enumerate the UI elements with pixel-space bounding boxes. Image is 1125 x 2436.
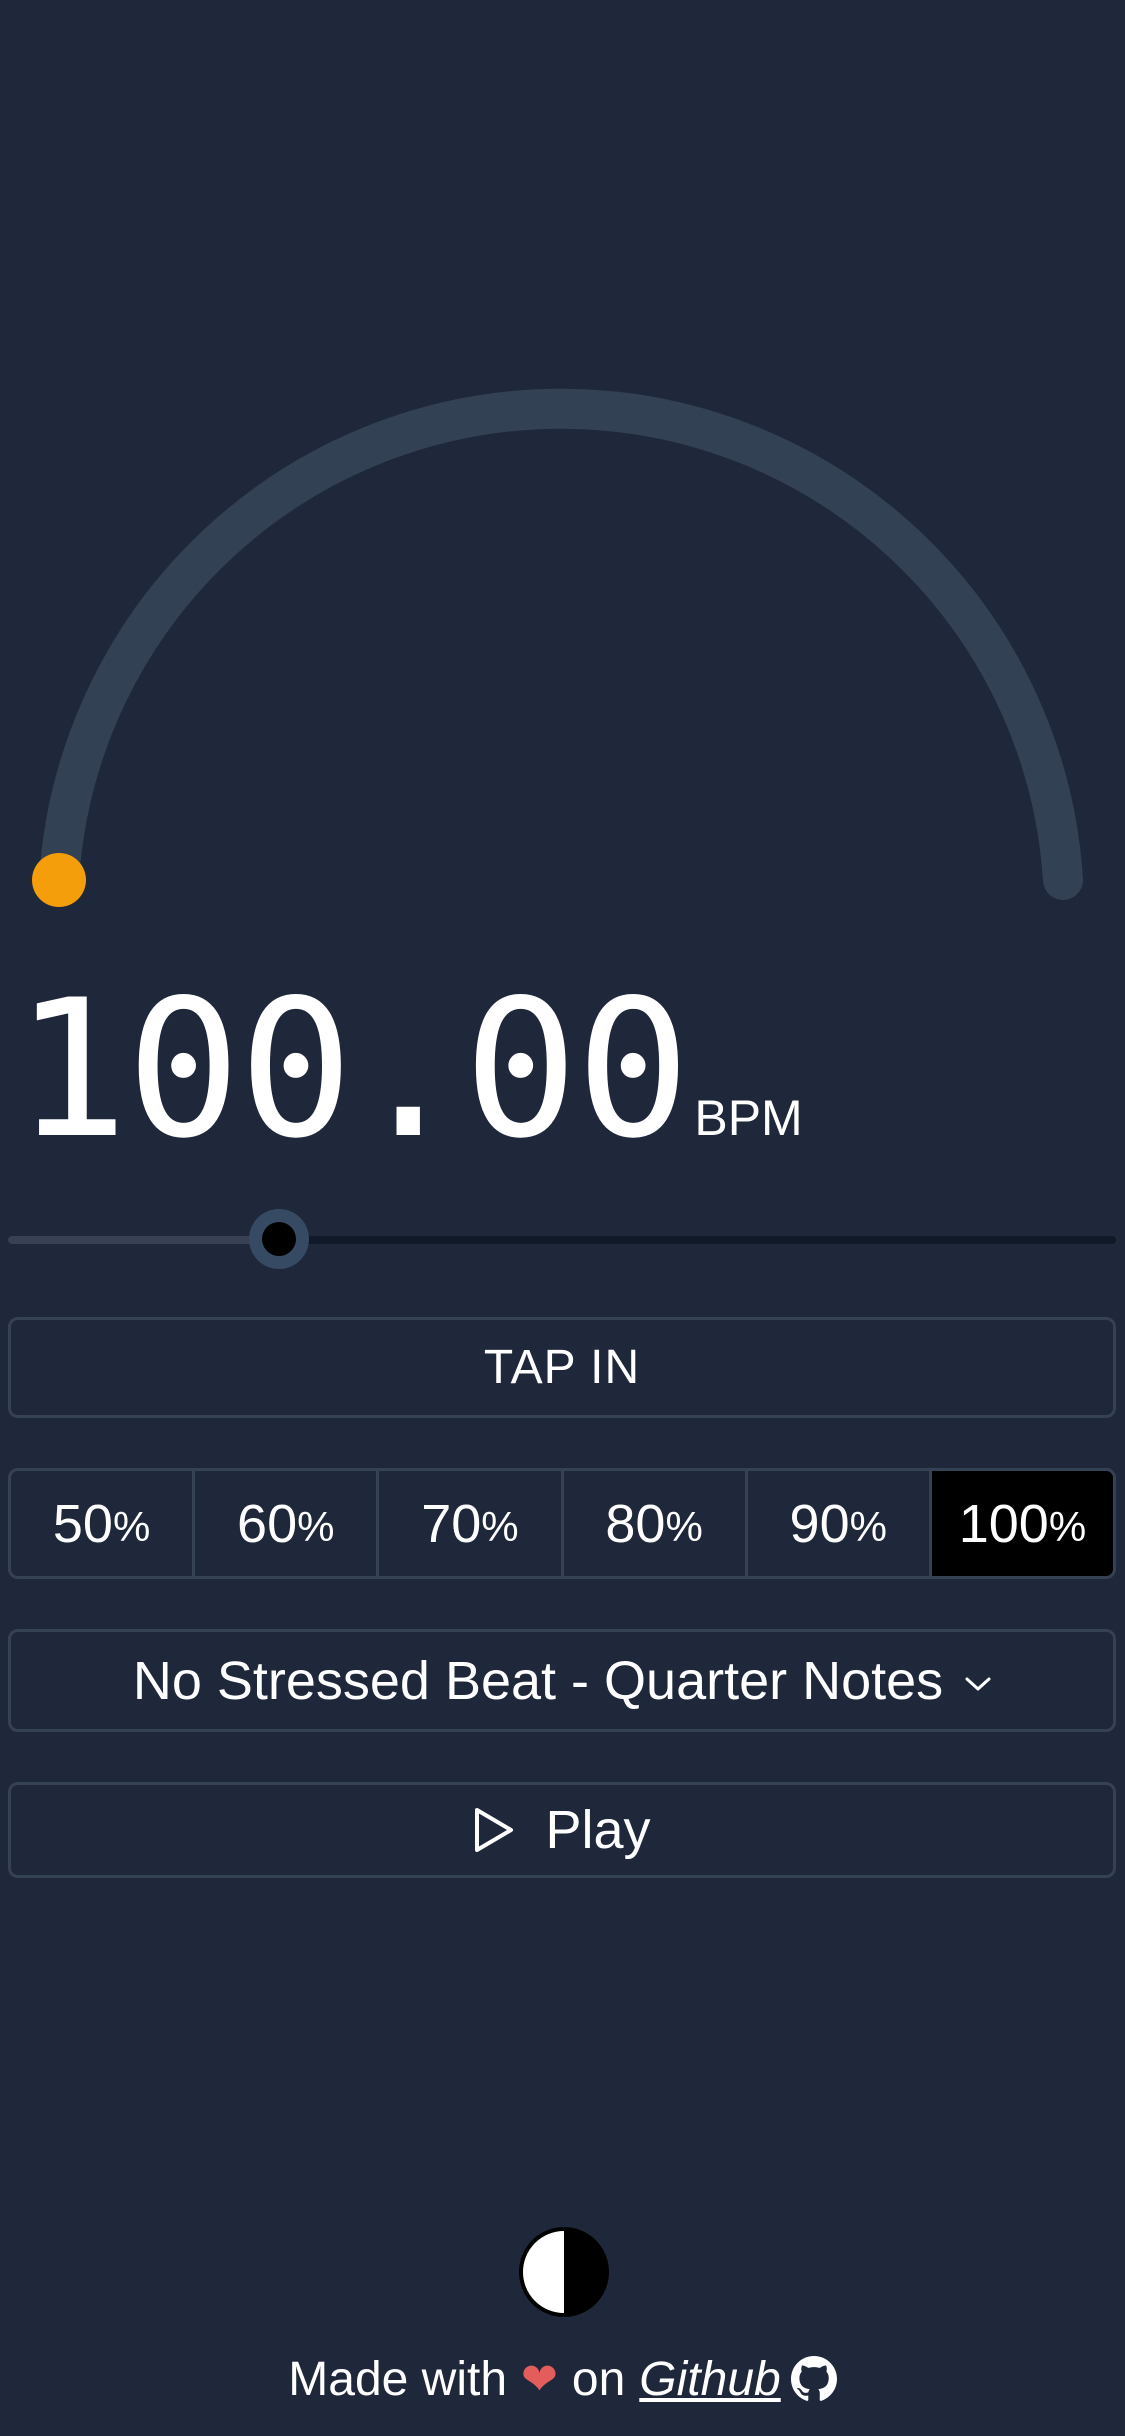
percent-sign: %	[849, 1502, 887, 1550]
percent-sign: %	[297, 1502, 335, 1550]
bpm-value: 100.00	[14, 959, 690, 1180]
tap-in-button[interactable]: TAP IN	[8, 1317, 1116, 1418]
bpm-unit: BPM	[694, 1090, 803, 1146]
percent-sign: %	[481, 1502, 519, 1550]
dial-handle[interactable]	[32, 853, 86, 907]
percent-option-100[interactable]: 100%	[931, 1471, 1113, 1576]
percent-option-70[interactable]: 70%	[379, 1471, 564, 1576]
footer: Made with ❤ on Github	[0, 2346, 1125, 2412]
percent-option-90[interactable]: 90%	[748, 1471, 932, 1576]
percent-value: 90	[789, 1493, 850, 1554]
tap-in-label: TAP IN	[483, 1341, 641, 1394]
play-icon	[475, 1808, 514, 1852]
tempo-slider[interactable]	[8, 1206, 1116, 1272]
beat-pattern-select[interactable]: No Stressed Beat - Quarter Notes	[8, 1629, 1116, 1732]
tempo-percent-group: 50% 60% 70% 80% 90% 100%	[8, 1468, 1116, 1579]
github-link[interactable]: Github	[639, 2352, 780, 2407]
footer-made-with: Made with	[288, 2352, 508, 2406]
percent-value: 100	[958, 1493, 1049, 1554]
percent-value: 70	[421, 1493, 482, 1554]
slider-fill	[8, 1236, 280, 1244]
heart-icon: ❤	[521, 2354, 558, 2404]
bpm-readout: 100.00 BPM	[14, 965, 803, 1165]
slider-thumb[interactable]	[249, 1209, 310, 1269]
metronome-app: 100.00 BPM TAP IN 50% 60% 70% 80% 90% 10…	[0, 0, 1125, 2436]
play-label: Play	[545, 1800, 651, 1860]
play-button[interactable]: Play	[8, 1782, 1116, 1878]
beat-pattern-label: No Stressed Beat - Quarter Notes	[132, 1650, 944, 1711]
percent-sign: %	[1048, 1502, 1087, 1550]
percent-option-80[interactable]: 80%	[564, 1471, 748, 1576]
percent-option-50[interactable]: 50%	[11, 1471, 196, 1576]
percent-option-60[interactable]: 60%	[195, 1471, 380, 1576]
percent-value: 50	[52, 1493, 113, 1554]
github-icon[interactable]	[790, 2356, 837, 2402]
tempo-dial[interactable]	[0, 330, 1125, 930]
percent-value: 80	[605, 1493, 666, 1554]
percent-sign: %	[665, 1502, 703, 1550]
percent-value: 60	[237, 1493, 298, 1554]
footer-on: on	[571, 2352, 626, 2406]
theme-toggle-icon[interactable]	[518, 2226, 610, 2318]
chevron-down-icon	[965, 1677, 991, 1690]
percent-sign: %	[112, 1502, 151, 1550]
dial-track	[39, 388, 1083, 900]
